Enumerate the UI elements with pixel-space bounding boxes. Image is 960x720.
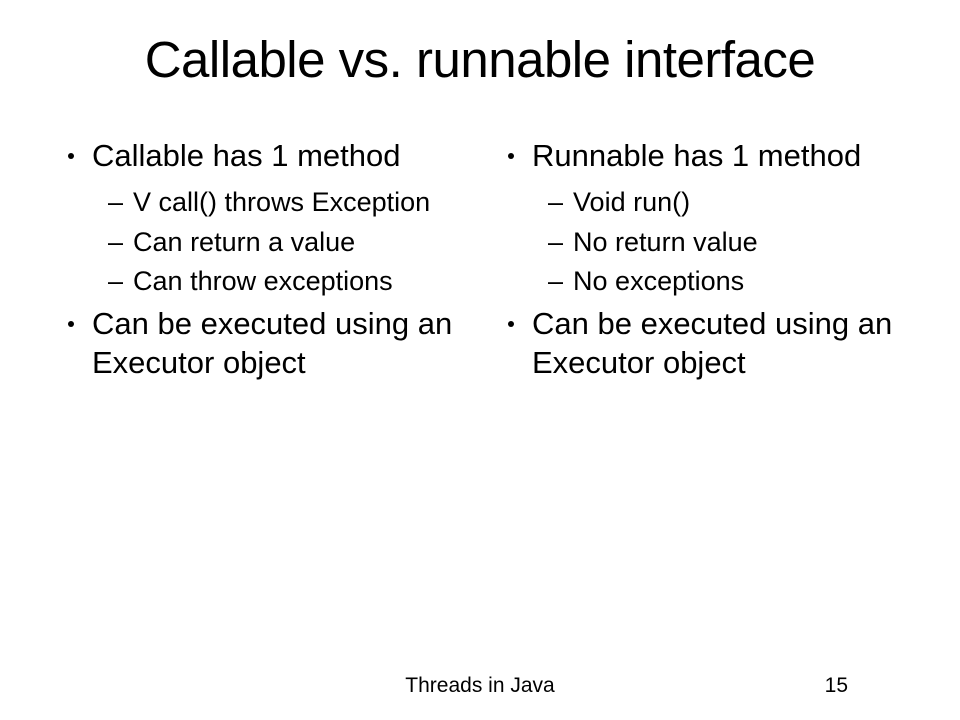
slide-footer: Threads in Java — [0, 674, 960, 698]
list-item: – Can return a value — [108, 226, 460, 260]
list-item: – No exceptions — [548, 265, 900, 299]
bullet-text: Callable has 1 method — [92, 137, 400, 176]
dash-icon: – — [108, 265, 123, 299]
left-column: Callable has 1 method – V call() throws … — [60, 137, 460, 393]
bullet-icon — [508, 153, 514, 159]
bullet-icon — [68, 321, 74, 327]
list-item: – Can throw exceptions — [108, 265, 460, 299]
sub-bullet-text: V call() throws Exception — [133, 186, 430, 220]
list-item: Can be executed using an Executor object — [508, 305, 900, 383]
bullet-text: Can be executed using an Executor object — [92, 305, 460, 383]
slide-title: Callable vs. runnable interface — [60, 30, 900, 89]
slide: Callable vs. runnable interface Callable… — [0, 0, 960, 720]
sub-bullet-text: No return value — [573, 226, 758, 260]
bullet-icon — [508, 321, 514, 327]
dash-icon: – — [548, 226, 563, 260]
sub-bullet-text: Can throw exceptions — [133, 265, 393, 299]
footer-text: Threads in Java — [405, 674, 554, 698]
content-columns: Callable has 1 method – V call() throws … — [60, 137, 900, 393]
sub-bullet-text: Void run() — [573, 186, 690, 220]
bullet-icon — [68, 153, 74, 159]
list-item: – No return value — [548, 226, 900, 260]
dash-icon: – — [108, 186, 123, 220]
list-item: – Void run() — [548, 186, 900, 220]
dash-icon: – — [108, 226, 123, 260]
sub-bullet-text: Can return a value — [133, 226, 355, 260]
list-item: Can be executed using an Executor object — [68, 305, 460, 383]
sub-bullet-text: No exceptions — [573, 265, 744, 299]
page-number: 15 — [825, 674, 848, 698]
right-column: Runnable has 1 method – Void run() – No … — [500, 137, 900, 393]
list-item: Callable has 1 method — [68, 137, 460, 176]
list-item: – V call() throws Exception — [108, 186, 460, 220]
dash-icon: – — [548, 265, 563, 299]
list-item: Runnable has 1 method — [508, 137, 900, 176]
dash-icon: – — [548, 186, 563, 220]
bullet-text: Can be executed using an Executor object — [532, 305, 900, 383]
bullet-text: Runnable has 1 method — [532, 137, 861, 176]
